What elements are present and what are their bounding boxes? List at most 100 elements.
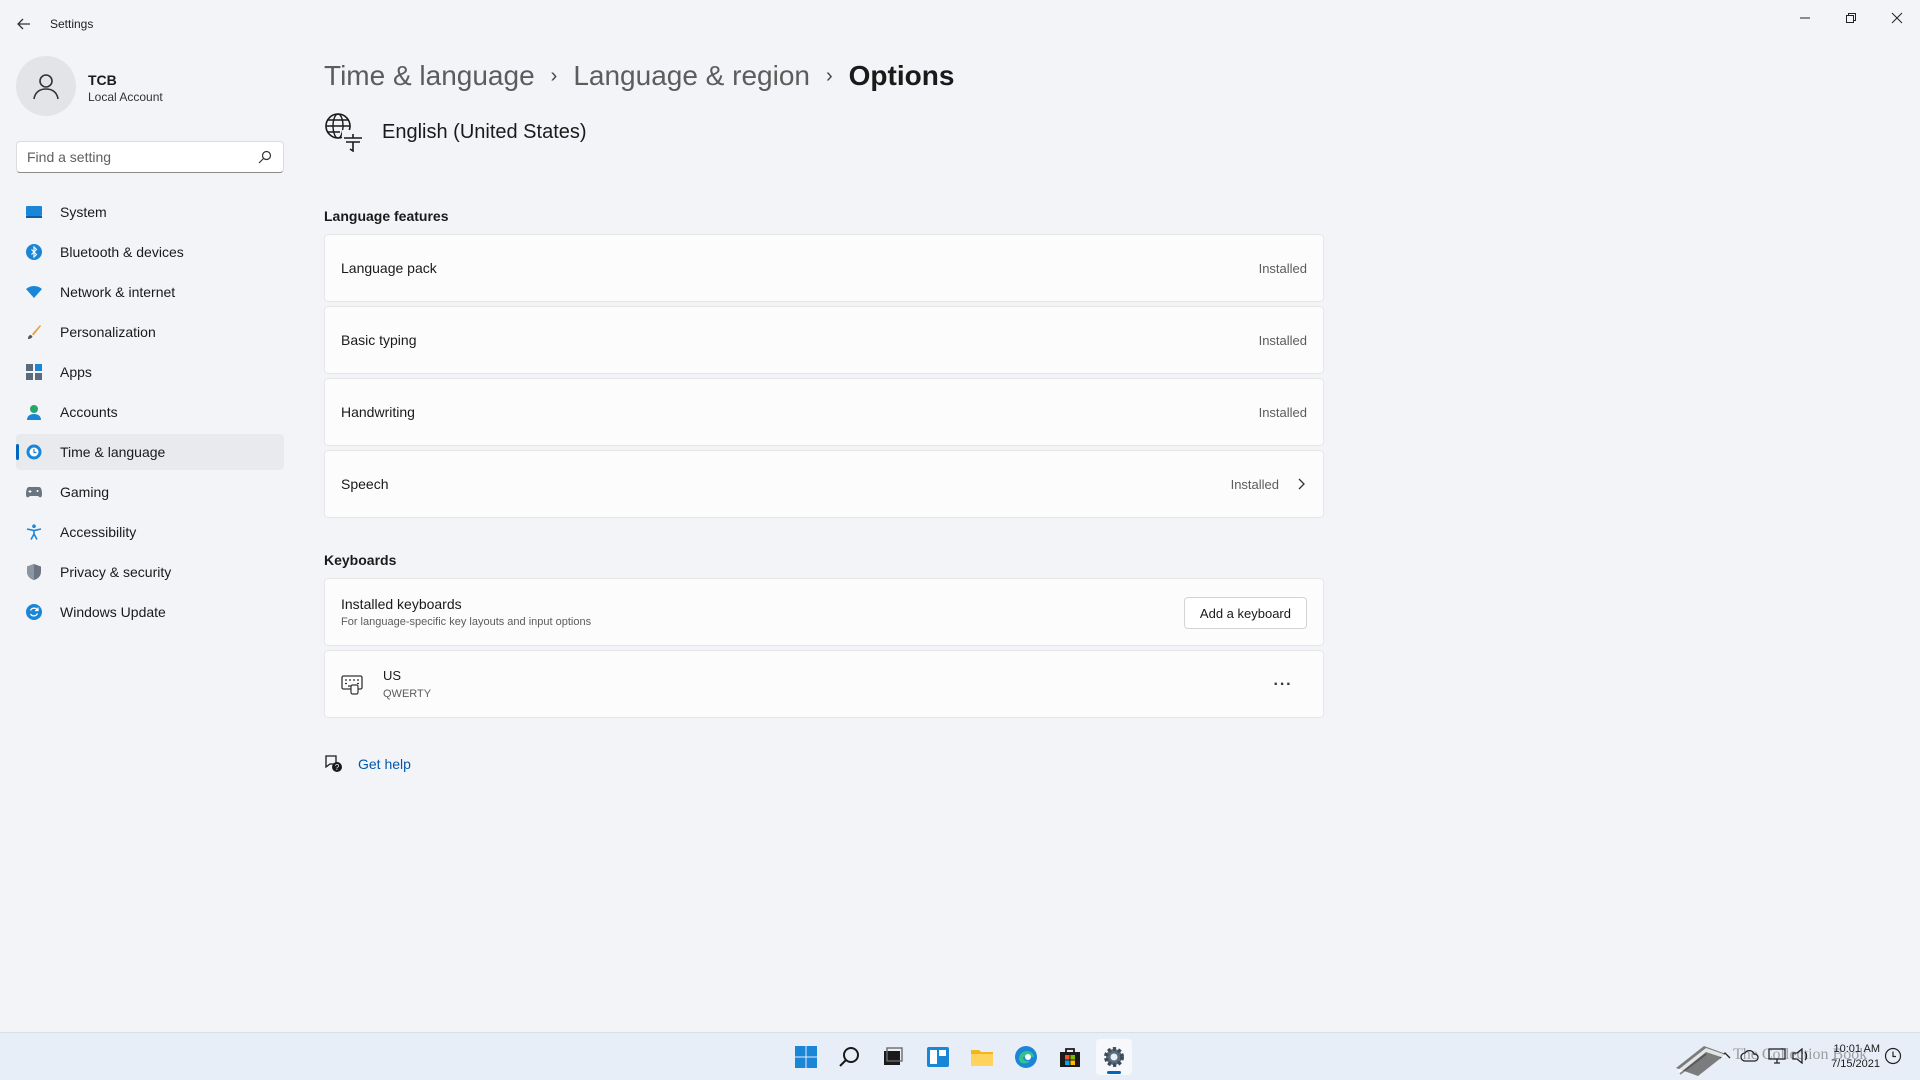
wifi-icon [26, 284, 42, 300]
feature-basic-typing: Basic typing Installed [324, 306, 1324, 374]
installed-keyboards-card: Installed keyboards For language-specifi… [324, 578, 1324, 646]
feature-label: Speech [341, 476, 389, 492]
close-button[interactable] [1874, 4, 1920, 32]
restore-button[interactable] [1828, 4, 1874, 32]
search-input[interactable] [27, 148, 247, 166]
gamepad-icon [26, 484, 42, 500]
windows-logo-icon [795, 1046, 817, 1068]
sidebar-item-label: Privacy & security [60, 564, 172, 580]
edge-browser-icon [1015, 1046, 1037, 1068]
folder-icon [971, 1050, 993, 1066]
sidebar-item-label: System [60, 204, 107, 220]
shield-icon [26, 564, 42, 580]
watermark-text: The Collection Book [1733, 1046, 1868, 1063]
bluetooth-icon [26, 244, 42, 260]
avatar [16, 56, 76, 116]
get-help-link[interactable]: Get help [358, 756, 411, 772]
globe-clock-icon [26, 444, 42, 460]
sidebar-item-gaming[interactable]: Gaming [16, 474, 284, 510]
page-title: Options [848, 60, 955, 91]
help-chat-icon: ? [325, 755, 342, 772]
keyboard-name: US [383, 668, 402, 683]
sidebar-item-windows-update[interactable]: Windows Update [16, 594, 284, 630]
language-icon [325, 113, 364, 152]
search-icon [839, 1047, 859, 1067]
sidebar-item-label: Personalization [60, 324, 156, 340]
feature-status: Installed [1258, 405, 1307, 420]
sidebar-item-bluetooth[interactable]: Bluetooth & devices [16, 234, 284, 270]
app-title: Settings [50, 17, 94, 31]
widgets-icon [927, 1047, 949, 1067]
feature-label: Handwriting [341, 404, 415, 420]
taskbar-file-explorer-button[interactable] [964, 1039, 1000, 1075]
minimize-button[interactable] [1782, 4, 1828, 32]
feature-speech[interactable]: Speech Installed [324, 450, 1324, 518]
taskbar-start-button[interactable] [788, 1039, 824, 1075]
sidebar-item-apps[interactable]: Apps [16, 354, 284, 390]
breadcrumb-language-region[interactable]: Language & region [573, 60, 810, 92]
taskbar-widgets-button[interactable] [920, 1039, 956, 1075]
feature-label: Language pack [341, 260, 437, 276]
taskbar-task-view-button[interactable] [875, 1039, 911, 1075]
installed-keyboards-description: For language-specific key layouts and in… [341, 616, 592, 628]
store-bag-icon [1060, 1048, 1080, 1067]
person-avatar-icon [33, 74, 59, 100]
chevron-right-icon: › [550, 64, 558, 87]
feature-status: Installed [1258, 261, 1307, 276]
feature-status: Installed [1258, 333, 1307, 348]
language-header: English (United States) [324, 110, 587, 154]
svg-text:?: ? [335, 763, 340, 772]
taskbar-settings-button[interactable] [1096, 1039, 1132, 1075]
keyboard-item-us: US QWERTY ··· [324, 650, 1324, 718]
search-box [16, 141, 284, 173]
title-bar: Settings [0, 0, 1920, 48]
sidebar-item-label: Apps [60, 364, 92, 380]
sidebar-nav: System Bluetooth & devices Network & int… [16, 194, 284, 634]
breadcrumb: Time & language › Language & region › Op… [324, 56, 954, 96]
sidebar-item-personalization[interactable]: Personalization [16, 314, 284, 350]
brush-icon [26, 324, 42, 340]
back-button[interactable] [12, 12, 36, 36]
sidebar-item-label: Accessibility [60, 524, 137, 540]
restore-icon [1846, 13, 1856, 23]
taskbar-store-button[interactable] [1052, 1039, 1088, 1075]
back-arrow-icon [17, 18, 30, 30]
profile-account-type: Local Account [88, 90, 163, 104]
sidebar-item-label: Accounts [60, 404, 118, 420]
sidebar-item-accounts[interactable]: Accounts [16, 394, 284, 430]
sidebar-item-network[interactable]: Network & internet [16, 274, 284, 310]
sidebar-item-system[interactable]: System [16, 194, 284, 230]
sidebar-item-privacy[interactable]: Privacy & security [16, 554, 284, 590]
sidebar-item-time-language[interactable]: Time & language [16, 434, 284, 470]
sidebar-item-label: Windows Update [60, 604, 166, 620]
installed-keyboards-title: Installed keyboards [341, 596, 462, 612]
taskbar-search-button[interactable] [832, 1039, 868, 1075]
settings-window: Settings TCB Local Account System Blueto… [0, 0, 1920, 1032]
profile-name: TCB [88, 72, 117, 88]
chevron-right-icon: › [825, 64, 833, 87]
more-options-button[interactable]: ··· [1267, 669, 1299, 701]
monitor-icon [26, 204, 42, 220]
get-help[interactable]: ? Get help [324, 752, 411, 776]
sidebar-item-label: Gaming [60, 484, 110, 500]
feature-label: Basic typing [341, 332, 417, 348]
chevron-right-icon [1298, 478, 1305, 490]
search-icon[interactable] [257, 149, 273, 165]
section-title-keyboards: Keyboards [324, 552, 397, 568]
language-name: English (United States) [382, 120, 587, 143]
sidebar-item-accessibility[interactable]: Accessibility [16, 514, 284, 550]
task-view-icon [884, 1047, 903, 1065]
user-profile[interactable]: TCB Local Account [16, 56, 286, 120]
taskbar: 10:01 AM 7/15/2021 [0, 1032, 1920, 1080]
gear-icon [1104, 1047, 1124, 1067]
keyboard-icon [341, 675, 363, 695]
keyboard-layout: QWERTY [383, 688, 432, 700]
sidebar-item-label: Time & language [60, 444, 166, 460]
feature-language-pack: Language pack Installed [324, 234, 1324, 302]
sidebar-item-label: Bluetooth & devices [60, 244, 184, 260]
minimize-icon [1800, 17, 1810, 19]
taskbar-edge-button[interactable] [1008, 1039, 1044, 1075]
add-keyboard-button[interactable]: Add a keyboard [1183, 597, 1307, 629]
person-icon [26, 404, 42, 420]
breadcrumb-time-language[interactable]: Time & language [324, 60, 535, 92]
